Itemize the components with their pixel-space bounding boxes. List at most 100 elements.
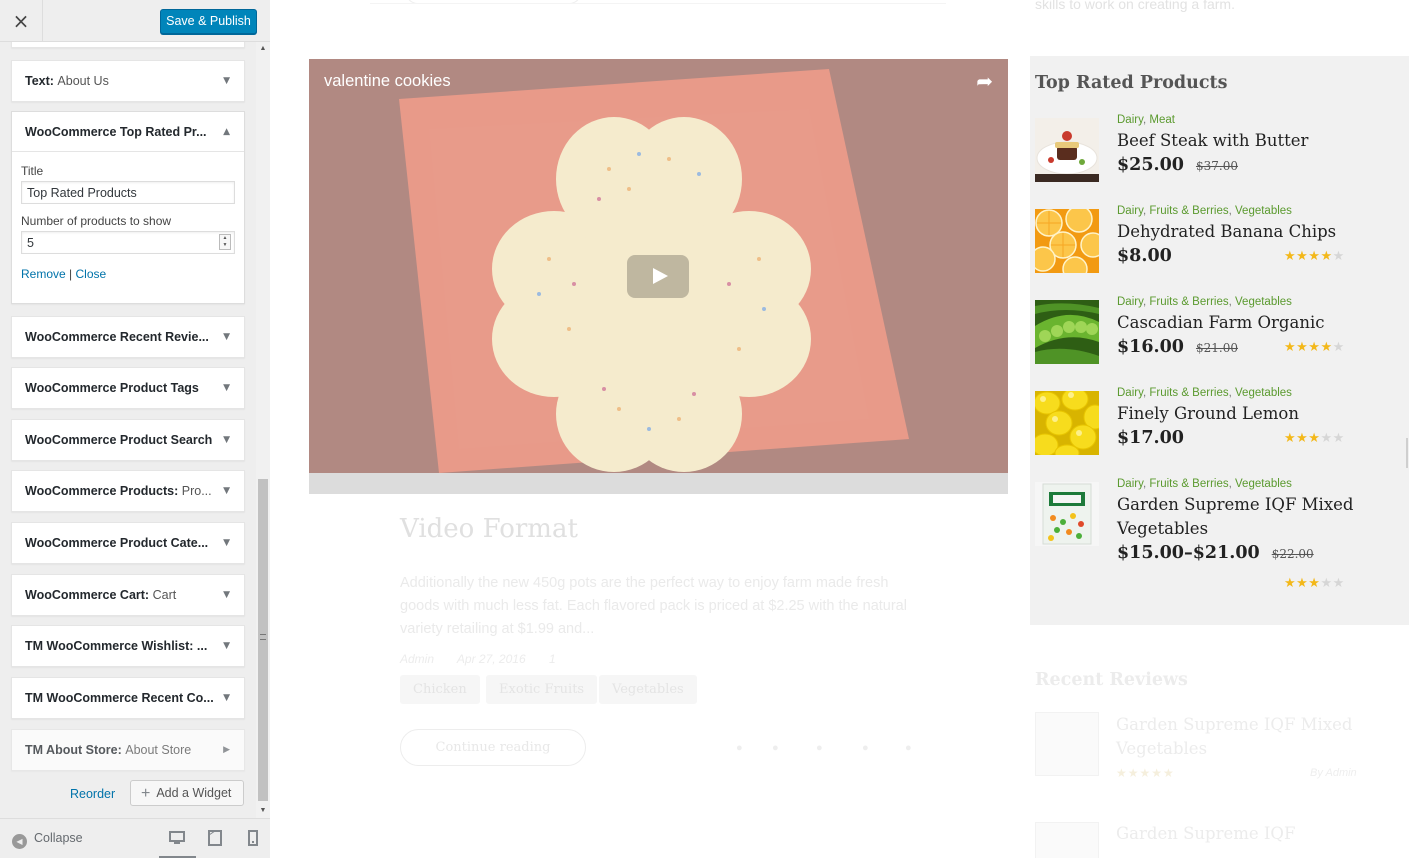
widget-cart[interactable]: WooCommerce Cart: Cart ▼ — [11, 574, 245, 616]
expand-arrow-icon[interactable]: ▼ — [223, 575, 230, 615]
widget-header[interactable]: Text: About Us ▼ — [12, 61, 244, 101]
video-embed[interactable]: valentine cookies ➦ — [309, 59, 1008, 494]
share-icon[interactable]: ➦ — [976, 69, 993, 93]
widget-products[interactable]: WooCommerce Products: Pro... ▼ — [11, 470, 245, 512]
play-button-icon[interactable] — [627, 255, 689, 298]
widget-header[interactable]: WooCommerce Product Search ▼ — [12, 420, 244, 460]
post-comments[interactable]: 1 — [549, 652, 556, 666]
widget-title: WooCommerce Product Cate... — [25, 536, 209, 550]
sidebar-scrollbar[interactable]: ▲ ▼ — [256, 42, 270, 818]
expand-arrow-icon[interactable]: ▶ — [223, 730, 230, 770]
widget-header[interactable]: WooCommerce Product Cate... ▼ — [12, 523, 244, 563]
widget-subtitle: Cart — [152, 588, 177, 602]
expand-arrow-icon[interactable]: ▼ — [223, 420, 230, 460]
widget-header[interactable]: WooCommerce Cart: Cart ▼ — [12, 575, 244, 615]
widget-header[interactable]: WooCommerce Recent Revie... ▼ — [12, 317, 244, 357]
number-input[interactable] — [21, 231, 235, 254]
twitter-icon[interactable]: ● — [772, 742, 786, 756]
number-spinner[interactable]: ▲ ▼ — [219, 234, 231, 250]
continue-reading-button[interactable]: Continue reading — [400, 729, 586, 766]
close-customizer-button[interactable]: × — [0, 0, 43, 42]
expand-arrow-icon[interactable]: ▼ — [223, 61, 230, 101]
widget-text-about-us[interactable]: Text: About Us ▼ — [11, 60, 245, 102]
widget-header[interactable]: TM WooCommerce Recent Co... ▼ — [12, 678, 244, 718]
category-link[interactable]: Fruits & Berries — [1149, 478, 1228, 490]
pinterest-icon[interactable]: ● — [862, 742, 876, 756]
expand-arrow-icon[interactable]: ▼ — [223, 471, 230, 511]
product-name[interactable]: Finely Ground Lemon — [1117, 402, 1377, 426]
video-title[interactable]: valentine cookies — [324, 72, 451, 91]
widget-title: TM WooCommerce Recent Co... — [25, 691, 214, 705]
product-image[interactable] — [1035, 391, 1099, 455]
review-product-image[interactable] — [1035, 822, 1099, 858]
save-publish-button[interactable]: Save & Publish — [160, 9, 257, 34]
collapse-button[interactable]: ◀ Collapse — [12, 831, 83, 849]
widget-product-search[interactable]: WooCommerce Product Search ▼ — [11, 419, 245, 461]
product-image[interactable] — [1035, 300, 1099, 364]
category-link[interactable]: Dairy — [1117, 114, 1143, 126]
expand-arrow-icon[interactable]: ▼ — [223, 626, 230, 666]
widget-top-rated-products[interactable]: WooCommerce Top Rated Pr... ▲ Title Numb… — [11, 111, 245, 304]
category-link[interactable]: Vegetables — [1235, 478, 1292, 490]
reorder-link[interactable]: Reorder — [70, 787, 115, 801]
close-link[interactable]: Close — [76, 267, 107, 281]
product-name[interactable]: Dehydrated Banana Chips — [1117, 220, 1377, 244]
tag-chicken[interactable]: Chicken — [400, 675, 480, 704]
tag-exotic-fruits[interactable]: Exotic Fruits — [486, 675, 598, 704]
widget-about-store[interactable]: TM About Store: About Store ▶ — [11, 729, 245, 771]
category-link[interactable]: Vegetables — [1235, 387, 1292, 399]
product-name[interactable]: Beef Steak with Butter — [1117, 129, 1377, 153]
review-product-name[interactable]: Garden Supreme IQF Mixed Vegetables — [1116, 713, 1376, 761]
category-link[interactable]: Dairy — [1117, 205, 1143, 217]
product-name[interactable]: Cascadian Farm Organic — [1117, 311, 1377, 335]
widget-header[interactable]: TM About Store: About Store ▶ — [12, 730, 244, 770]
scroll-up-arrow-icon[interactable]: ▲ — [256, 42, 270, 56]
widget-wishlist[interactable]: TM WooCommerce Wishlist: ... ▼ — [11, 625, 245, 667]
widget-header[interactable]: TM WooCommerce Wishlist: ... ▼ — [12, 626, 244, 666]
expand-arrow-icon[interactable]: ▼ — [223, 368, 230, 408]
product-name[interactable]: Garden Supreme IQF Mixed Vegetables — [1117, 493, 1377, 541]
tag-vegetables[interactable]: Vegetables — [599, 675, 697, 704]
widget-header[interactable]: WooCommerce Top Rated Pr... ▲ — [12, 112, 244, 152]
tablet-preview-icon[interactable] — [206, 830, 224, 848]
mobile-preview-icon[interactable] — [244, 830, 262, 848]
add-widget-button[interactable]: + Add a Widget — [130, 780, 244, 806]
widget-header[interactable]: WooCommerce Product Tags ▼ — [12, 368, 244, 408]
product-image[interactable] — [1035, 482, 1099, 546]
product-image[interactable] — [1035, 209, 1099, 273]
category-link[interactable]: Fruits & Berries — [1149, 296, 1228, 308]
post-title[interactable]: Video Format — [400, 514, 578, 544]
category-link[interactable]: Dairy — [1117, 478, 1143, 490]
scrollbar-thumb[interactable] — [258, 479, 268, 801]
widget-product-categories[interactable]: WooCommerce Product Cate... ▼ — [11, 522, 245, 564]
expand-arrow-icon[interactable]: ▼ — [223, 678, 230, 718]
widget-recent-compare[interactable]: TM WooCommerce Recent Co... ▼ — [11, 677, 245, 719]
review-product-name[interactable]: Garden Supreme IQF — [1116, 822, 1295, 846]
widget-header[interactable]: WooCommerce Products: Pro... ▼ — [12, 471, 244, 511]
review-product-image[interactable] — [1035, 712, 1099, 776]
widget-partial-top — [11, 42, 245, 48]
category-link[interactable]: Fruits & Berries — [1149, 387, 1228, 399]
category-link[interactable]: Dairy — [1117, 387, 1143, 399]
collapse-arrow-icon[interactable]: ▲ — [223, 112, 230, 151]
category-link[interactable]: Meat — [1149, 114, 1175, 126]
desktop-preview-icon[interactable] — [168, 830, 186, 848]
expand-arrow-icon[interactable]: ▼ — [223, 523, 230, 563]
category-link[interactable]: Vegetables — [1235, 296, 1292, 308]
category-link[interactable]: Fruits & Berries — [1149, 205, 1228, 217]
current-price: $17.00 — [1117, 428, 1184, 448]
product-image[interactable] — [1035, 118, 1099, 182]
category-link[interactable]: Vegetables — [1235, 205, 1292, 217]
widget-product-tags[interactable]: WooCommerce Product Tags ▼ — [11, 367, 245, 409]
widget-title: WooCommerce Products: — [25, 484, 179, 498]
google-plus-icon[interactable]: ● — [816, 742, 830, 756]
scroll-down-arrow-icon[interactable]: ▼ — [256, 804, 270, 818]
linkedin-icon[interactable]: ● — [905, 742, 919, 756]
widget-recent-reviews[interactable]: WooCommerce Recent Revie... ▼ — [11, 316, 245, 358]
remove-link[interactable]: Remove — [21, 267, 66, 281]
facebook-icon[interactable]: ● — [736, 742, 750, 756]
post-author[interactable]: Admin — [400, 652, 434, 666]
category-link[interactable]: Dairy — [1117, 296, 1143, 308]
title-input[interactable] — [21, 181, 235, 204]
expand-arrow-icon[interactable]: ▼ — [223, 317, 230, 357]
